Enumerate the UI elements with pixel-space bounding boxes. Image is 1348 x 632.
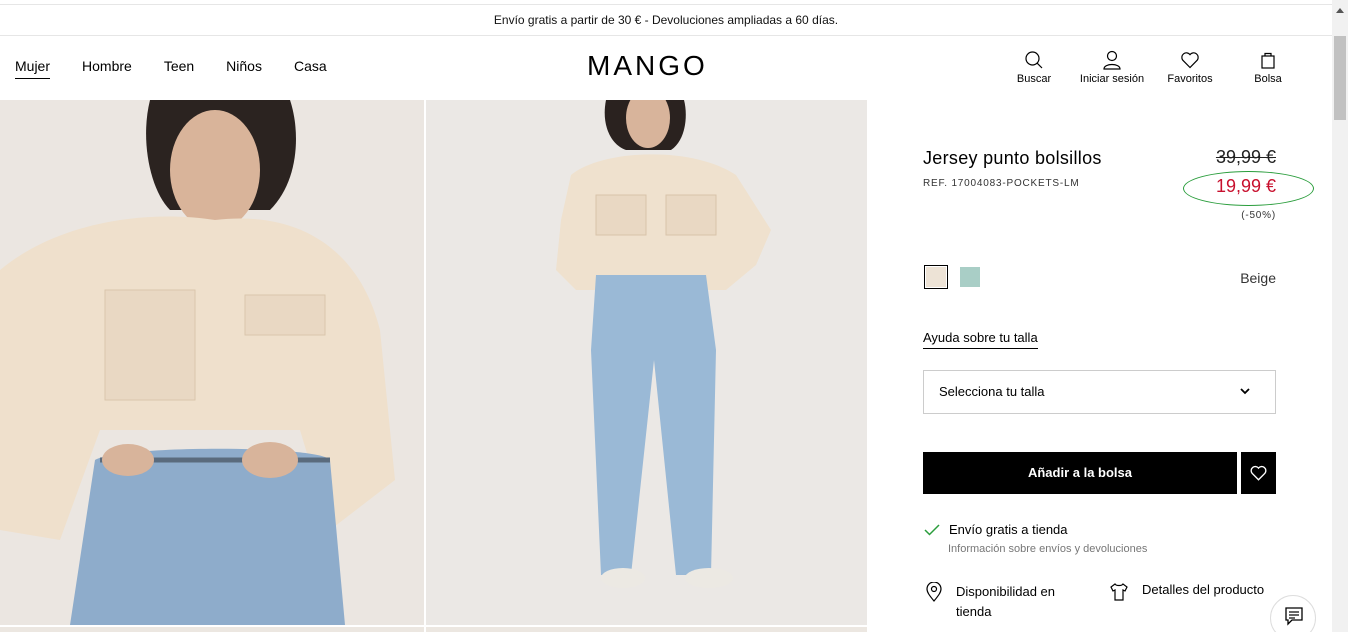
shipping-info-link[interactable]: Información sobre envíos y devoluciones	[948, 543, 1147, 555]
promo-text: Envío gratis a partir de 30 € - Devoluci…	[493, 13, 839, 27]
sale-price: 19,99 €	[1215, 176, 1276, 196]
favorites-button[interactable]: Favoritos	[1151, 50, 1229, 85]
add-to-bag-button[interactable]: Añadir a la bolsa	[923, 452, 1237, 494]
scroll-thumb[interactable]	[1334, 36, 1346, 120]
old-price: 39,99 €	[1215, 147, 1276, 167]
bag-button[interactable]: Bolsa	[1229, 50, 1307, 85]
nav-item-teen[interactable]: Teen	[164, 58, 194, 79]
bag-icon	[1261, 52, 1275, 69]
user-icon	[1103, 50, 1121, 70]
color-swatch-mint[interactable]	[960, 267, 980, 287]
next-image-strip	[426, 627, 867, 632]
nav-item-hombre[interactable]: Hombre	[82, 58, 132, 79]
add-to-favorites-button[interactable]	[1241, 452, 1276, 494]
product-ref: REF. 17004083-POCKETS-LM	[923, 178, 1080, 189]
search-icon	[1025, 51, 1043, 69]
promo-bar: Envío gratis a partir de 30 € - Devoluci…	[0, 4, 1332, 36]
store-availability-button[interactable]: Disponibilidad en tienda	[923, 582, 1093, 622]
main-nav: Mujer Hombre Teen Niños Casa	[15, 58, 327, 79]
logo[interactable]: MANGO	[587, 50, 708, 82]
product-image-fullbody[interactable]	[426, 100, 867, 625]
shipping-title: Envío gratis a tienda	[949, 522, 1068, 537]
heart-icon	[1250, 465, 1267, 481]
color-swatch-beige[interactable]	[924, 265, 948, 289]
page-scrollbar[interactable]	[1332, 0, 1348, 632]
store-availability-label: Disponibilidad en tienda	[956, 584, 1056, 619]
chat-button[interactable]	[1270, 595, 1316, 632]
site-header: Mujer Hombre Teen Niños Casa MANGO Busca…	[0, 36, 1332, 100]
location-pin-icon	[926, 582, 942, 602]
product-photo-closeup	[0, 100, 424, 625]
header-actions: Buscar Iniciar sesión Favoritos Bolsa	[995, 50, 1307, 85]
product-title: Jersey punto bolsillos	[923, 148, 1102, 168]
product-details-button[interactable]: Detalles del producto	[1109, 582, 1265, 601]
login-button[interactable]: Iniciar sesión	[1073, 50, 1151, 85]
search-label: Buscar	[1016, 73, 1052, 85]
scroll-up-arrow[interactable]	[1336, 8, 1344, 13]
check-icon	[924, 524, 940, 536]
product-image-closeup[interactable]	[0, 100, 424, 625]
size-select[interactable]: Selecciona tu talla	[923, 370, 1276, 414]
size-select-placeholder: Selecciona tu talla	[939, 384, 1045, 399]
chat-icon	[1285, 607, 1303, 626]
product-details-label: Detalles del producto	[1142, 582, 1265, 597]
nav-item-casa[interactable]: Casa	[294, 58, 327, 79]
shirt-icon	[1110, 583, 1128, 601]
chevron-down-icon	[1240, 388, 1250, 395]
discount-badge: (-50%)	[1241, 210, 1276, 221]
nav-item-mujer[interactable]: Mujer	[15, 58, 51, 79]
heart-icon	[1181, 52, 1199, 69]
bag-label: Bolsa	[1254, 73, 1282, 85]
next-image-strip	[0, 627, 424, 632]
nav-item-ninos[interactable]: Niños	[226, 58, 262, 79]
size-help-link[interactable]: Ayuda sobre tu talla	[923, 330, 1038, 349]
product-photo-fullbody	[426, 100, 867, 625]
search-button[interactable]: Buscar	[995, 50, 1073, 85]
login-label: Iniciar sesión	[1079, 73, 1145, 85]
selected-color-name: Beige	[1240, 270, 1276, 286]
favorites-label: Favoritos	[1167, 73, 1213, 85]
